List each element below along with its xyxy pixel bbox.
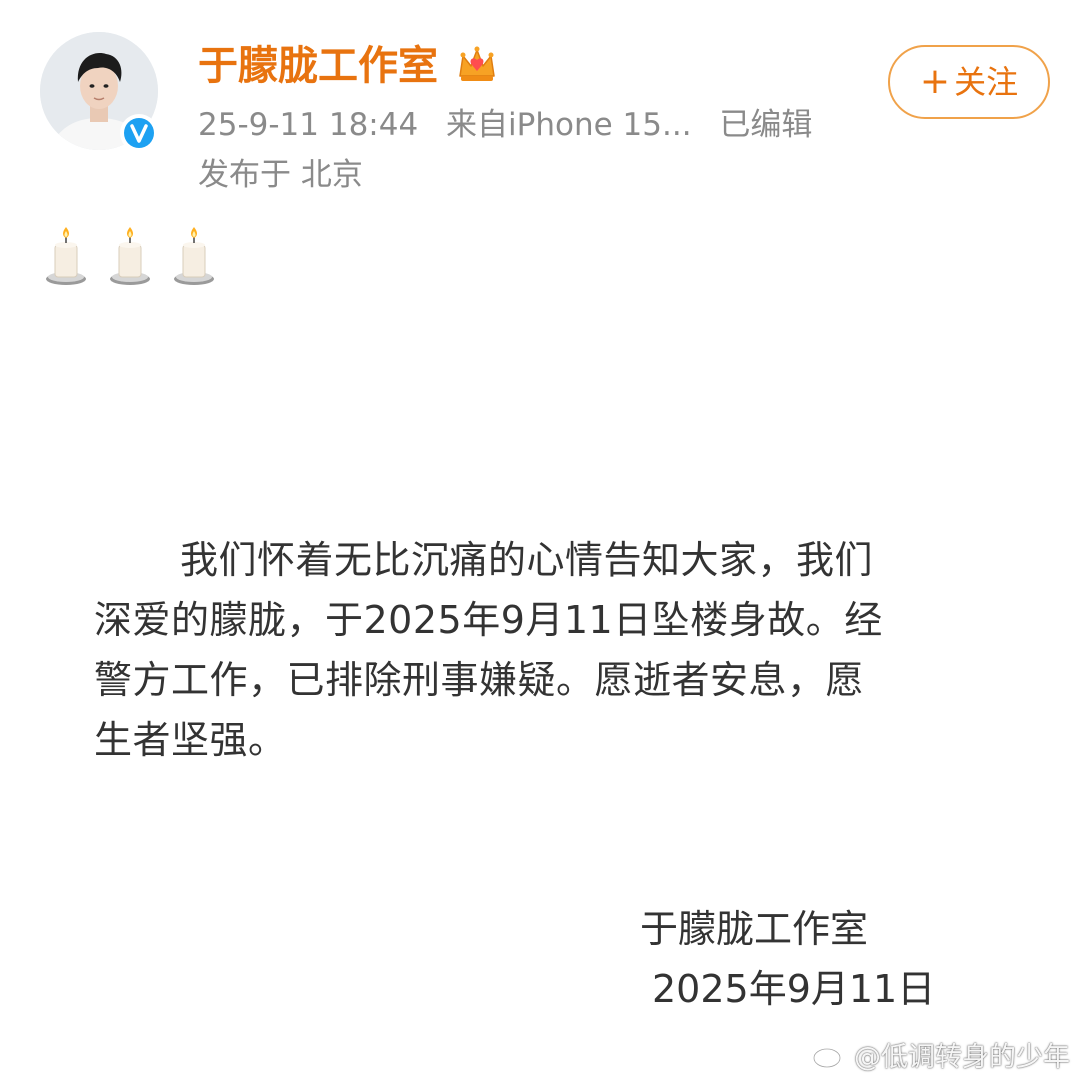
candle-icon — [46, 227, 86, 285]
follow-button[interactable]: + 关注 — [888, 45, 1050, 119]
edited-label[interactable]: 已编辑 — [719, 107, 812, 143]
weibo-post: 于朦胧工作室 25-9-11 18:44 来自iPhone 15... 已编辑 … — [0, 0, 1090, 1080]
announcement-line: 生者坚强。 — [94, 718, 287, 762]
author-name[interactable]: 于朦胧工作室 — [198, 42, 438, 90]
announcement-body: 我们怀着无比沉痛的心情告知大家，我们 深爱的朦胧，于2025年9月11日坠楼身故… — [94, 530, 994, 770]
announcement-line: 我们怀着无比沉痛的心情告知大家，我们 — [180, 538, 874, 582]
weibo-logo-icon — [812, 1041, 847, 1069]
verified-badge-icon — [120, 114, 158, 152]
watermark: @低调转身的少年 — [812, 1036, 1070, 1073]
signature-date: 2025年9月11日 — [652, 967, 936, 1011]
signature-name: 于朦胧工作室 — [640, 907, 869, 951]
candle-icon — [110, 227, 150, 285]
crown-icon — [459, 46, 495, 81]
post-source: 来自iPhone 15... — [446, 107, 692, 143]
watermark-text: @低调转身的少年 — [854, 1041, 1070, 1073]
post-meta: 25-9-11 18:44 来自iPhone 15... 已编辑 — [198, 106, 830, 144]
plus-icon: + — [919, 61, 951, 102]
post-location: 发布于 北京 — [198, 157, 363, 193]
candle-icon — [174, 227, 214, 285]
announcement-line: 深爱的朦胧，于2025年9月11日坠楼身故。经 — [94, 598, 883, 642]
announcement-line: 警方工作，已排除刑事嫌疑。愿逝者安息，愿 — [94, 658, 865, 702]
follow-label: 关注 — [954, 63, 1019, 101]
emoji-row — [44, 225, 216, 287]
post-timestamp: 25-9-11 18:44 — [198, 107, 419, 143]
